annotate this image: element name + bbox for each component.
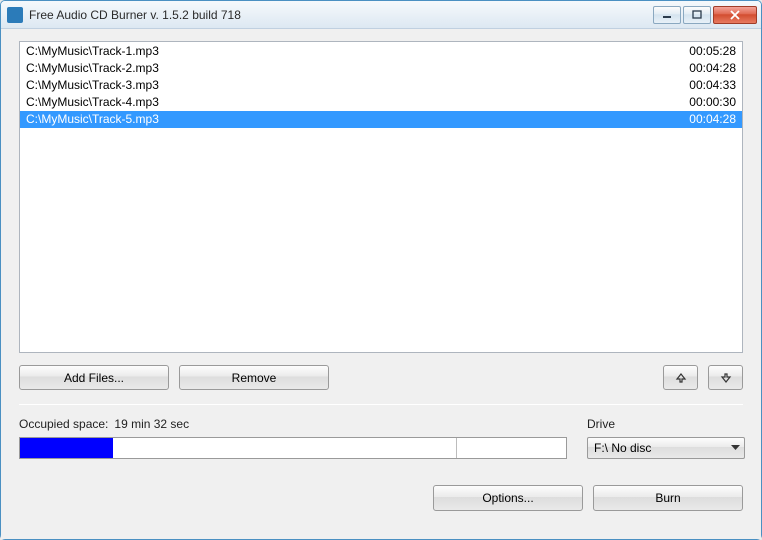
app-icon — [7, 7, 23, 23]
maximize-icon — [692, 10, 702, 20]
track-path: C:\MyMusic\Track-3.mp3 — [26, 77, 159, 94]
space-row: Occupied space: 19 min 32 sec Drive F:\ … — [19, 417, 743, 459]
track-path: C:\MyMusic\Track-5.mp3 — [26, 111, 159, 128]
move-down-button[interactable] — [708, 365, 743, 390]
track-duration: 00:04:28 — [689, 60, 736, 77]
list-action-row: Add Files... Remove — [19, 365, 743, 390]
close-button[interactable] — [713, 6, 757, 24]
minimize-button[interactable] — [653, 6, 681, 24]
window-title: Free Audio CD Burner v. 1.5.2 build 718 — [29, 8, 653, 22]
track-duration: 00:00:30 — [689, 94, 736, 111]
track-duration: 00:04:28 — [689, 111, 736, 128]
track-row[interactable]: C:\MyMusic\Track-2.mp3 00:04:28 — [20, 60, 742, 77]
occupied-progress — [19, 437, 567, 459]
drive-value: F:\ No disc — [594, 441, 731, 455]
minimize-icon — [662, 10, 672, 20]
track-path: C:\MyMusic\Track-1.mp3 — [26, 43, 159, 60]
maximize-button[interactable] — [683, 6, 711, 24]
progress-segment-remaining — [457, 438, 566, 458]
track-row[interactable]: C:\MyMusic\Track-1.mp3 00:05:28 — [20, 43, 742, 60]
drive-label: Drive — [587, 417, 745, 431]
arrow-up-icon — [675, 372, 687, 384]
content-area: C:\MyMusic\Track-1.mp300:05:28C:\MyMusic… — [1, 29, 761, 539]
track-path: C:\MyMusic\Track-4.mp3 — [26, 94, 159, 111]
chevron-down-icon — [731, 445, 740, 451]
move-up-button[interactable] — [663, 365, 698, 390]
titlebar[interactable]: Free Audio CD Burner v. 1.5.2 build 718 — [1, 1, 761, 29]
track-row[interactable]: C:\MyMusic\Track-5.mp3 00:04:28 — [20, 111, 742, 128]
burn-button[interactable]: Burn — [593, 485, 743, 511]
options-button[interactable]: Options... — [433, 485, 583, 511]
occupied-value: 19 min 32 sec — [114, 417, 189, 431]
close-icon — [729, 10, 741, 20]
track-row[interactable]: C:\MyMusic\Track-3.mp3 00:04:33 — [20, 77, 742, 94]
divider — [19, 404, 743, 405]
bottom-actions: Options... Burn — [19, 485, 743, 511]
occupied-label: Occupied space: — [19, 417, 108, 431]
remove-button[interactable]: Remove — [179, 365, 329, 390]
occupied-space-text: Occupied space: 19 min 32 sec — [19, 417, 567, 431]
progress-segment-empty — [113, 438, 456, 458]
window-controls — [653, 6, 757, 24]
progress-fill — [20, 438, 113, 458]
arrow-down-icon — [720, 372, 732, 384]
track-row[interactable]: C:\MyMusic\Track-4.mp3 00:00:30 — [20, 94, 742, 111]
app-window: Free Audio CD Burner v. 1.5.2 build 718 … — [0, 0, 762, 540]
track-path: C:\MyMusic\Track-2.mp3 — [26, 60, 159, 77]
track-duration: 00:04:33 — [689, 77, 736, 94]
add-files-button[interactable]: Add Files... — [19, 365, 169, 390]
track-duration: 00:05:28 — [689, 43, 736, 60]
track-list[interactable]: C:\MyMusic\Track-1.mp300:05:28C:\MyMusic… — [19, 41, 743, 353]
drive-select[interactable]: F:\ No disc — [587, 437, 745, 459]
